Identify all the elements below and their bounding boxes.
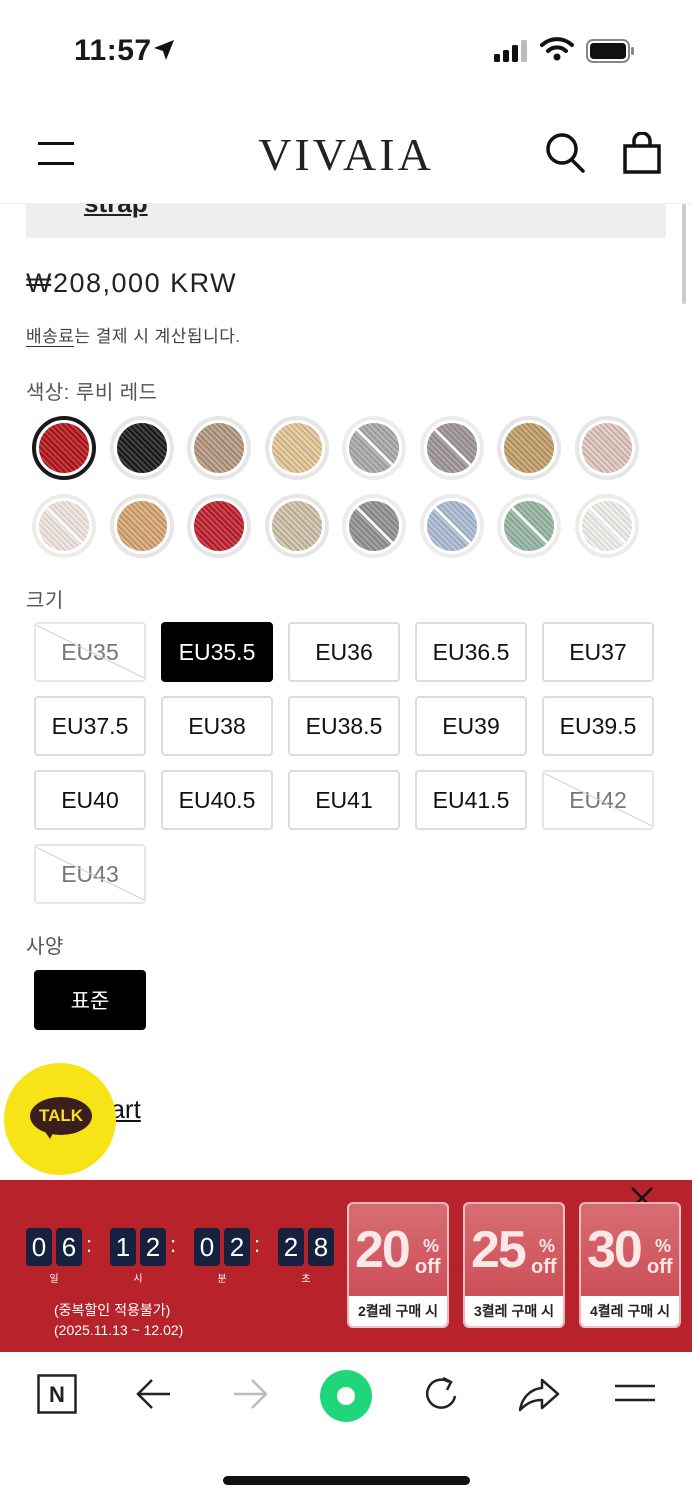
promo-note-line1: (중복할인 적용불가) [54, 1302, 171, 1318]
search-icon[interactable] [545, 132, 585, 179]
shipping-note-text: 는 결제 시 계산됩니다. [74, 327, 241, 346]
shipping-note: 배송료는 결제 시 계산됩니다. [26, 322, 241, 347]
color-swatch-black[interactable] [109, 416, 174, 480]
timer-digit: 1 [110, 1228, 136, 1266]
timer-digit: 0 [26, 1228, 52, 1266]
strap-info-box: strap [26, 204, 666, 238]
color-swatch-sand[interactable] [109, 494, 174, 558]
discount-percent: 20 [355, 1221, 411, 1279]
discount-card-30[interactable]: 30 % off 4켤레 구매 시 [579, 1202, 681, 1328]
color-swatch-tan-stripe[interactable] [187, 416, 251, 480]
color-swatch-pale-pink[interactable] [32, 494, 96, 558]
discount-card-20[interactable]: 20 % off 2켤레 구매 시 [347, 1202, 449, 1328]
green-dot-home-icon[interactable] [320, 1370, 372, 1427]
color-swatch-grey-floral[interactable] [342, 416, 406, 480]
shopping-bag-icon[interactable] [622, 131, 662, 179]
promo-note: (중복할인 적용불가) (2025.11.13 ~ 12.02) [54, 1300, 183, 1340]
forward-arrow-icon[interactable] [232, 1374, 268, 1419]
back-arrow-icon[interactable] [136, 1374, 172, 1419]
color-label: 색상: 루비 레드 [26, 382, 158, 404]
size-option-eu38-5[interactable]: EU38.5 [288, 696, 400, 756]
menu-lines-icon[interactable] [615, 1374, 655, 1419]
color-swatch-denim[interactable] [419, 494, 484, 558]
wifi-icon [540, 36, 574, 67]
discount-condition: 2켤레 구매 시 [349, 1296, 447, 1326]
size-option-eu40[interactable]: EU40 [34, 770, 146, 830]
timer-digit: 6 [56, 1228, 82, 1266]
battery-icon [586, 38, 636, 69]
size-option-eu35[interactable]: EU35 [34, 622, 146, 682]
color-swatch-camel-knit[interactable] [497, 416, 561, 480]
shipping-link[interactable]: 배송료 [26, 327, 75, 347]
size-option-eu36-5[interactable]: EU36.5 [415, 622, 527, 682]
timer-unit-minutes: 분 [217, 1274, 227, 1285]
site-header: VIVAIA [0, 100, 692, 204]
size-option-eu35-5[interactable]: EU35.5 [161, 622, 273, 682]
discount-condition: 4켤레 구매 시 [581, 1296, 679, 1326]
timer-digit: 8 [308, 1228, 334, 1266]
discount-percent: 30 [587, 1221, 643, 1279]
timer-digit: 0 [194, 1228, 220, 1266]
status-bar: 11:57 [0, 0, 692, 100]
timer-digit: 2 [140, 1228, 166, 1266]
naver-home-letter: N [49, 1382, 65, 1407]
size-option-eu36[interactable]: EU36 [288, 622, 400, 682]
size-option-eu40-5[interactable]: EU40.5 [161, 770, 273, 830]
size-option-eu39-5[interactable]: EU39.5 [542, 696, 654, 756]
spec-label: 사양 [26, 936, 64, 958]
color-swatch-sage[interactable] [497, 494, 561, 558]
browser-toolbar: N [0, 1352, 692, 1500]
status-time: 11:57 [74, 34, 152, 67]
promo-note-line2: (2025.11.13 ~ 12.02) [54, 1322, 184, 1338]
cellular-signal-icon [494, 40, 530, 69]
product-price: ₩208,000 KRW [26, 268, 238, 298]
color-swatch-white-mesh[interactable] [574, 494, 639, 558]
color-swatch-blush-knit[interactable] [574, 416, 639, 480]
scrollbar[interactable] [682, 204, 686, 304]
timer-unit-seconds: 초 [301, 1274, 311, 1285]
color-swatch-grey-rose[interactable] [419, 416, 484, 480]
size-option-eu42[interactable]: EU42 [542, 770, 654, 830]
size-option-eu43[interactable]: EU43 [34, 844, 146, 904]
share-icon[interactable] [518, 1374, 560, 1419]
discount-condition: 3켤레 구매 시 [465, 1296, 563, 1326]
size-option-eu37-5[interactable]: EU37.5 [34, 696, 146, 756]
color-swatch-beige-black[interactable] [264, 416, 329, 480]
home-indicator[interactable] [223, 1476, 470, 1485]
color-swatch-ivory-drop[interactable] [264, 494, 329, 558]
talk-label: TALK [38, 1106, 84, 1125]
naver-home-icon[interactable]: N [37, 1374, 77, 1419]
size-option-eu41-5[interactable]: EU41.5 [415, 770, 527, 830]
size-option-eu39[interactable]: EU39 [415, 696, 527, 756]
color-swatch-grey-drop[interactable] [342, 494, 406, 558]
location-arrow-icon [152, 38, 176, 67]
timer-digit: 2 [278, 1228, 304, 1266]
timer-digit: 2 [224, 1228, 250, 1266]
timer-unit-days: 일 [49, 1274, 59, 1285]
promo-banner: 0 6 : 일 1 2 : 시 0 2 : 분 2 8 초 (중복할인 적용불가… [0, 1180, 692, 1352]
size-option-eu37[interactable]: EU37 [542, 622, 654, 682]
strap-link[interactable]: strap [84, 204, 148, 219]
size-option-eu38[interactable]: EU38 [161, 696, 273, 756]
size-option-eu41[interactable]: EU41 [288, 770, 400, 830]
color-swatch-red-drop[interactable] [187, 494, 251, 558]
discount-percent: 25 [471, 1221, 527, 1279]
color-swatch-ruby-red[interactable] [32, 416, 96, 480]
spec-option-standard[interactable]: 표준 [34, 970, 146, 1030]
kakao-talk-button[interactable]: TALK [4, 1063, 116, 1175]
size-label: 크기 [26, 590, 64, 612]
brand-logo[interactable]: VIVAIA [0, 128, 692, 181]
discount-card-25[interactable]: 25 % off 3켤레 구매 시 [463, 1202, 565, 1328]
timer-unit-hours: 시 [133, 1274, 143, 1285]
refresh-icon[interactable] [423, 1374, 461, 1419]
